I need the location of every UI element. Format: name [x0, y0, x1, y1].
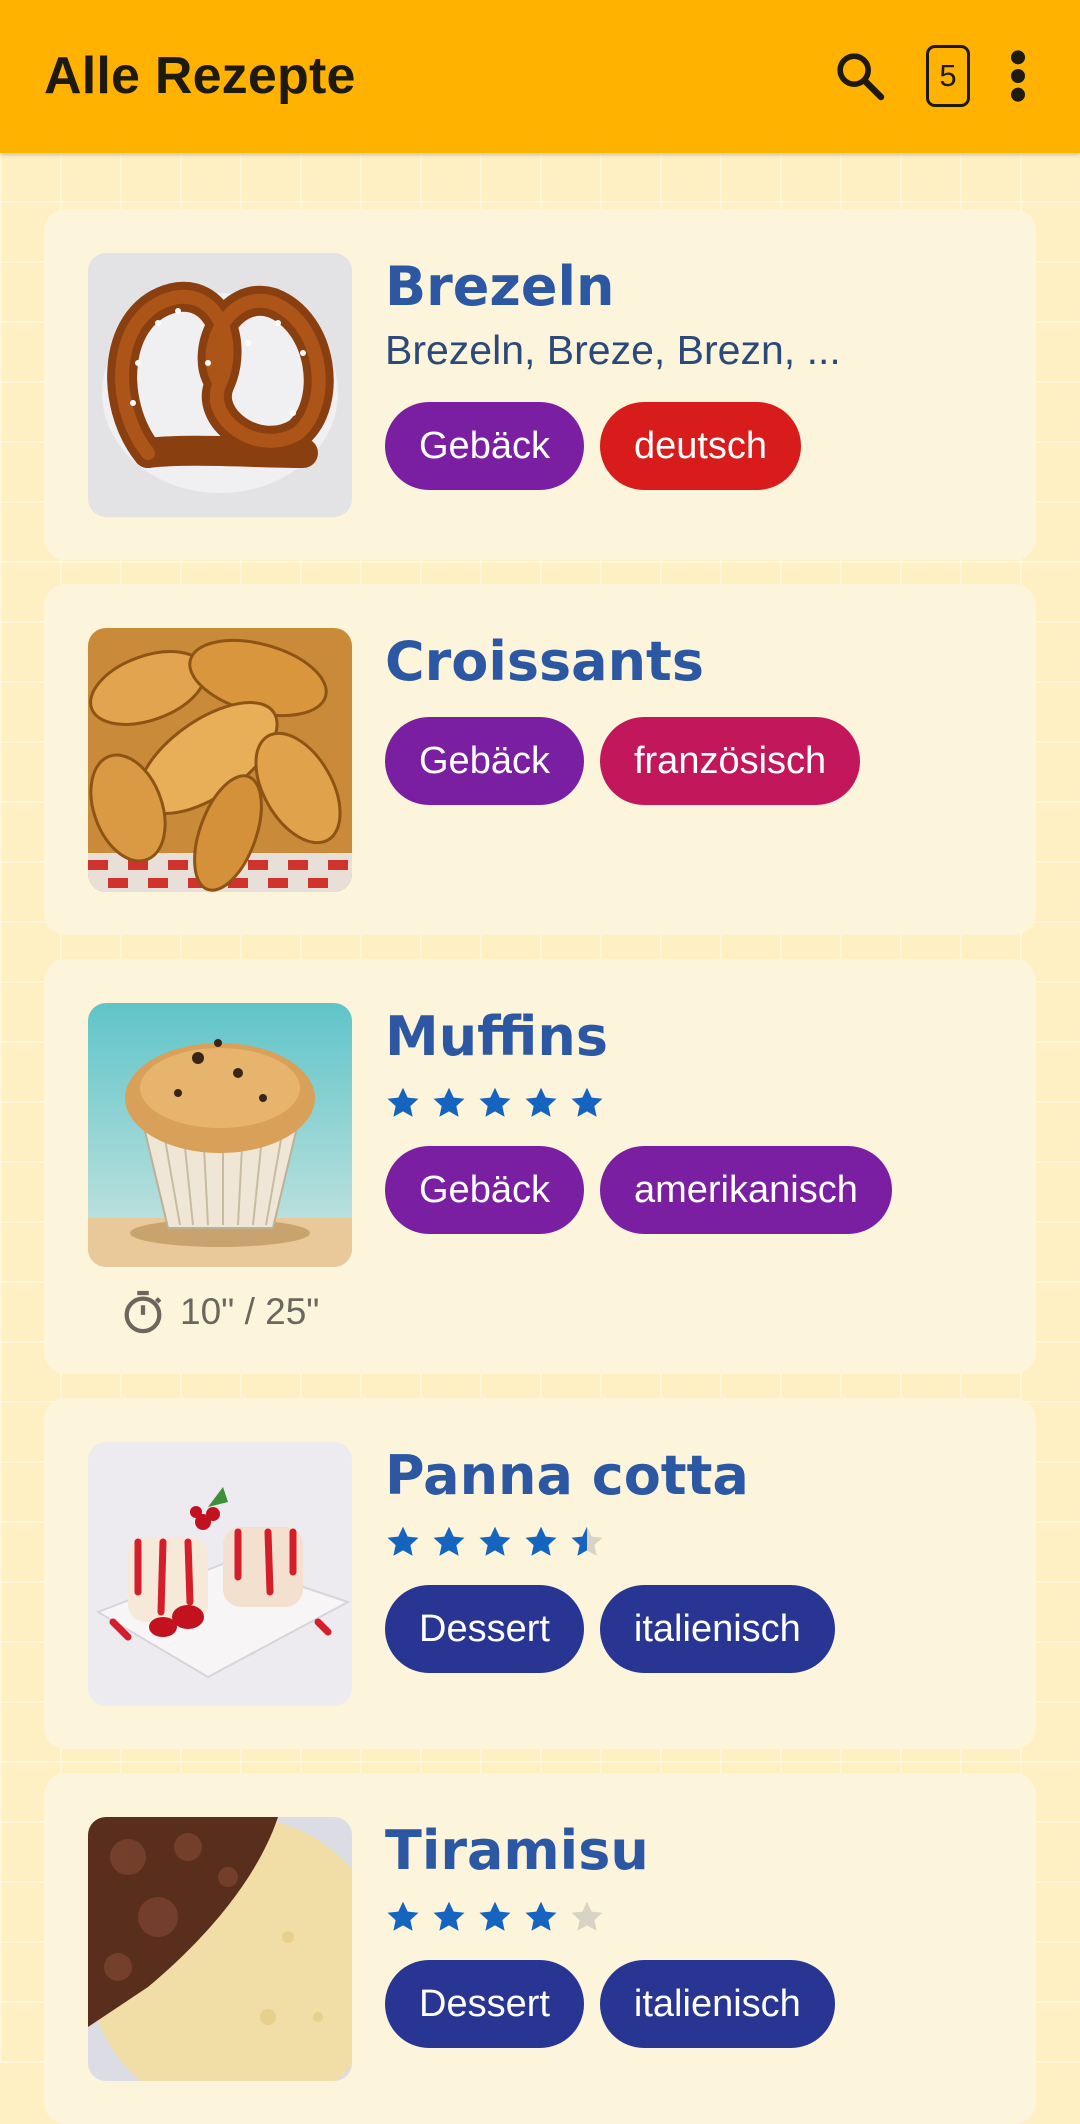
tiramisu-image [88, 1817, 352, 2081]
star-filled-icon [387, 1526, 419, 1556]
star-filled-icon [433, 1526, 465, 1556]
star-filled-icon [525, 1087, 557, 1117]
recipe-title: Croissants [385, 630, 704, 693]
star-filled-icon [525, 1526, 557, 1556]
tag-list: Gebäck amerikanisch [385, 1146, 892, 1234]
recipe-title: Muffins [385, 1005, 608, 1068]
more-options-button[interactable] [982, 40, 1054, 112]
recipe-card[interactable]: Panna cotta Dessert italienisch [44, 1398, 1036, 1749]
star-filled-icon [479, 1526, 511, 1556]
star-filled-icon [479, 1087, 511, 1117]
recipe-title: Panna cotta [385, 1444, 749, 1507]
recipe-count-badge: 5 [926, 45, 970, 107]
prep-time: 10" / 25" [120, 1289, 319, 1335]
recipe-image [88, 1817, 352, 2081]
recipe-image [88, 628, 352, 892]
recipe-title: Brezeln [385, 255, 615, 318]
star-filled-icon [525, 1901, 557, 1931]
rating-stars [385, 1085, 605, 1121]
recipe-image [88, 1003, 352, 1267]
pretzel-image [88, 253, 352, 517]
search-icon [837, 53, 885, 101]
panna-cotta-image [88, 1442, 352, 1706]
star-filled-icon [387, 1901, 419, 1931]
page-title: Alle Rezepte [44, 47, 356, 105]
rating-stars [385, 1899, 605, 1935]
recipe-subtitle: Brezeln, Breze, Brezn, ... [385, 327, 841, 373]
tag-list: Dessert italienisch [385, 1960, 835, 2048]
tag-chip[interactable]: Gebäck [385, 717, 584, 805]
tag-chip[interactable]: deutsch [599, 402, 802, 490]
tag-list: Gebäck französisch [385, 717, 861, 805]
tag-chip[interactable]: italienisch [599, 1960, 835, 2048]
tag-chip[interactable]: amerikanisch [599, 1146, 892, 1234]
recipe-title: Tiramisu [385, 1819, 649, 1882]
app-bar: Alle Rezepte 5 [0, 0, 1080, 153]
recipe-card[interactable]: Muffins Gebäck amerikanisch 10" / 25" [44, 959, 1036, 1374]
search-button[interactable] [824, 40, 896, 112]
tag-chip[interactable]: französisch [599, 717, 861, 805]
star-filled-icon [387, 1087, 419, 1117]
tag-chip[interactable]: Dessert [385, 1585, 584, 1673]
star-filled-icon [571, 1087, 603, 1117]
muffin-image [88, 1003, 352, 1267]
star-filled-icon [479, 1901, 511, 1931]
tag-list: Gebäck deutsch [385, 402, 802, 490]
tag-chip[interactable]: Gebäck [385, 402, 584, 490]
recipe-count-button[interactable]: 5 [912, 40, 984, 112]
recipe-card[interactable]: Brezeln Brezeln, Breze, Brezn, ... Gebäc… [44, 209, 1036, 560]
star-filled-icon [433, 1087, 465, 1117]
croissants-image [88, 628, 352, 892]
tag-chip[interactable]: Gebäck [385, 1146, 584, 1234]
prep-time-text: 10" / 25" [180, 1291, 320, 1332]
star-empty-icon [571, 1901, 603, 1931]
recipe-card[interactable]: Tiramisu Dessert italienisch [44, 1773, 1036, 2124]
tag-chip[interactable]: italienisch [599, 1585, 835, 1673]
tag-chip[interactable]: Dessert [385, 1960, 584, 2048]
recipe-card[interactable]: Croissants Gebäck französisch [44, 584, 1036, 935]
star-half-icon [571, 1526, 603, 1556]
rating-stars [385, 1524, 605, 1560]
star-filled-icon [433, 1901, 465, 1931]
timer-icon [124, 1290, 162, 1334]
tag-list: Dessert italienisch [385, 1585, 835, 1673]
recipe-image [88, 253, 352, 517]
more-vert-icon [1011, 50, 1025, 102]
recipe-image [88, 1442, 352, 1706]
